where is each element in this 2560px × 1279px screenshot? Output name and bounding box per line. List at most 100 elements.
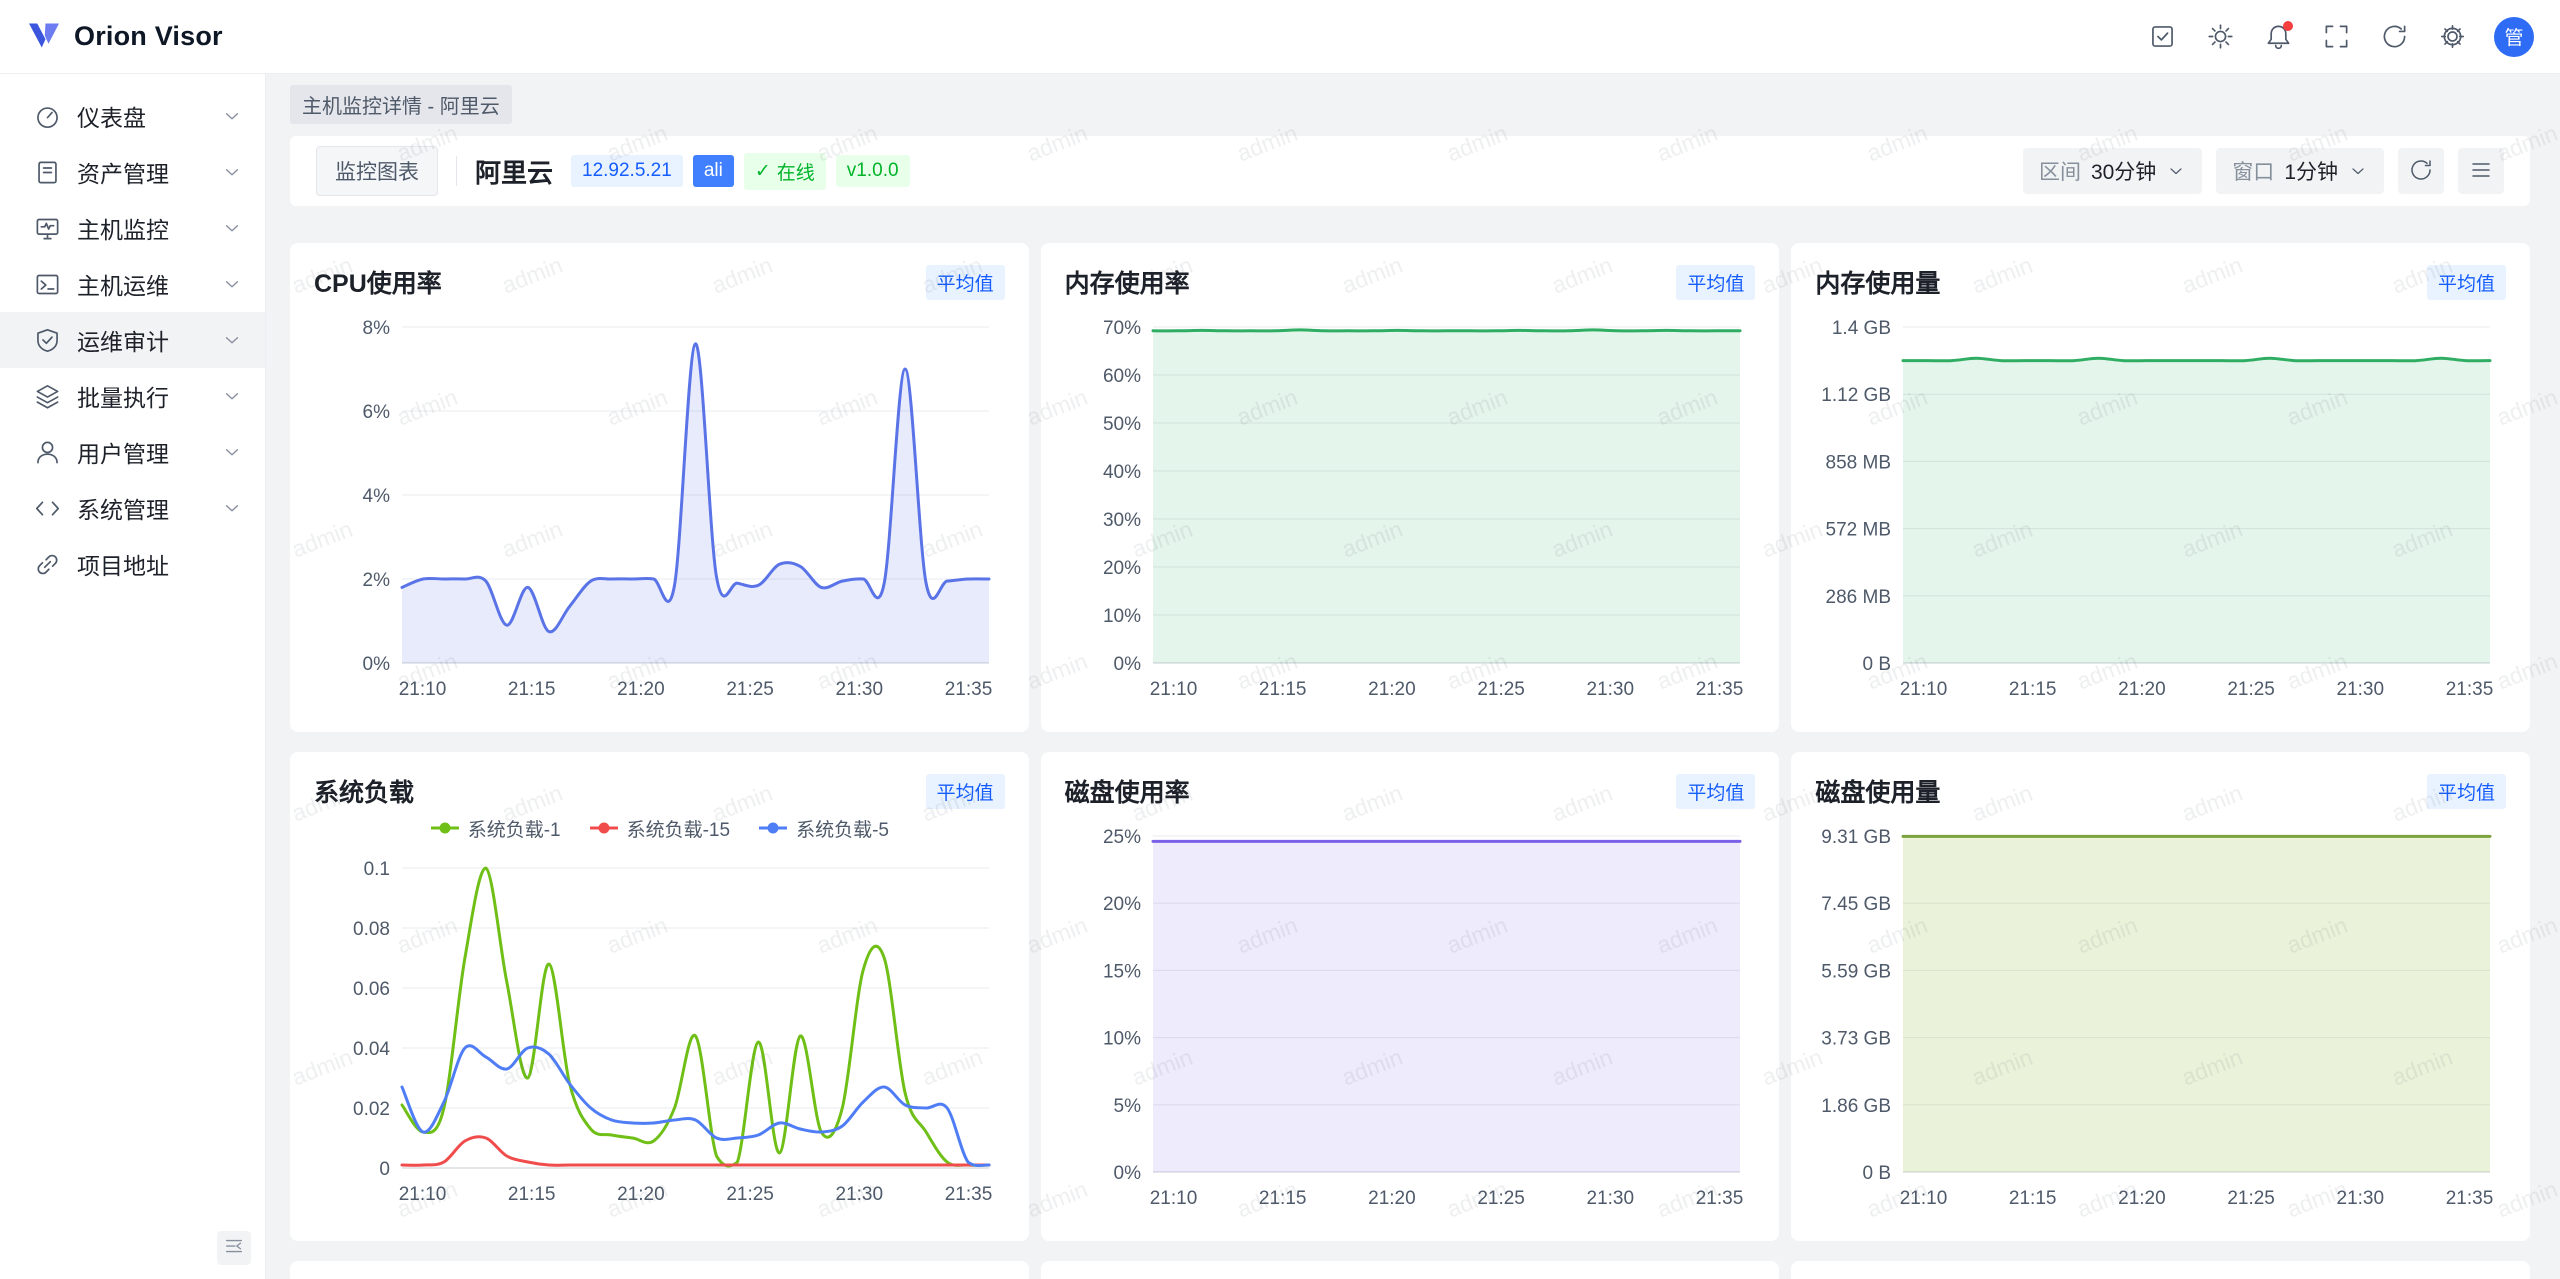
sidebar-item-label: 运维审计 bbox=[77, 323, 205, 357]
legend-item[interactable]: 系统负载-1 bbox=[430, 815, 561, 842]
fullscreen-icon bbox=[2323, 23, 2350, 50]
sidebar: 仪表盘资产管理主机监控主机运维运维审计批量执行用户管理系统管理项目地址 bbox=[0, 74, 266, 1279]
svg-text:8%: 8% bbox=[363, 318, 391, 339]
interval-label: 区间 bbox=[2039, 156, 2081, 186]
chevron-down-icon bbox=[221, 105, 243, 127]
legend-marker-icon bbox=[758, 822, 788, 834]
settings-gear-icon-button[interactable] bbox=[2430, 15, 2474, 59]
host-ops-icon bbox=[34, 271, 61, 298]
sidebar-item-主机监控[interactable]: 主机监控 bbox=[0, 200, 265, 256]
theme-light-icon bbox=[2207, 23, 2234, 50]
chart-card-磁盘使用率: 磁盘使用率平均值0%5%10%15%20%25%21:1021:1521:202… bbox=[1041, 752, 1780, 1241]
svg-text:21:30: 21:30 bbox=[1586, 1188, 1634, 1209]
svg-text:15%: 15% bbox=[1103, 961, 1141, 982]
list-menu-icon bbox=[2469, 158, 2493, 185]
svg-text:0.02: 0.02 bbox=[353, 1099, 390, 1120]
refresh-icon-button[interactable] bbox=[2372, 15, 2416, 59]
task-check-icon-button[interactable] bbox=[2140, 15, 2184, 59]
sidebar-item-项目地址[interactable]: 项目地址 bbox=[0, 536, 265, 592]
charts-grid: CPU使用率平均值0%2%4%6%8%21:1021:1521:2021:252… bbox=[290, 243, 2530, 1279]
notification-bell-icon-button[interactable] bbox=[2256, 15, 2300, 59]
chart-title: 系统负载 bbox=[314, 773, 414, 809]
user-avatar[interactable]: 管 bbox=[2494, 17, 2534, 57]
sidebar-item-资产管理[interactable]: 资产管理 bbox=[0, 144, 265, 200]
sidebar-item-label: 项目地址 bbox=[77, 547, 243, 581]
host-toolbar: 监控图表 阿里云 12.92.5.21ali✓在线v1.0.0 区间 30分钟 … bbox=[290, 136, 2530, 206]
audit-shield-icon bbox=[34, 327, 61, 354]
main-content: 主机监控详情 - 阿里云 监控图表 阿里云 12.92.5.21ali✓在线v1… bbox=[266, 74, 2560, 1279]
svg-text:21:15: 21:15 bbox=[2009, 1188, 2057, 1209]
svg-text:0.06: 0.06 bbox=[353, 979, 390, 1000]
sidebar-collapse-button[interactable] bbox=[217, 1231, 251, 1265]
window-select[interactable]: 窗口 1分钟 bbox=[2216, 148, 2384, 194]
svg-text:9.31 GB: 9.31 GB bbox=[1822, 827, 1892, 848]
monitor-chart-button[interactable]: 监控图表 bbox=[316, 146, 438, 196]
sidebar-item-运维审计[interactable]: 运维审计 bbox=[0, 312, 265, 368]
chevron-down-icon bbox=[221, 273, 243, 295]
interval-value: 30分钟 bbox=[2091, 156, 2156, 186]
svg-text:21:10: 21:10 bbox=[1149, 1188, 1197, 1209]
assets-icon bbox=[34, 159, 61, 186]
svg-text:6%: 6% bbox=[363, 402, 391, 423]
host-ops-icon bbox=[34, 271, 61, 298]
svg-text:21:25: 21:25 bbox=[726, 679, 774, 700]
svg-text:2%: 2% bbox=[363, 570, 391, 591]
svg-text:21:25: 21:25 bbox=[726, 1184, 774, 1205]
sidebar-item-批量执行[interactable]: 批量执行 bbox=[0, 368, 265, 424]
chart-list-button[interactable] bbox=[2458, 148, 2504, 194]
chart-card-系统负载: 系统负载平均值系统负载-1系统负载-15系统负载-500.020.040.060… bbox=[290, 752, 1029, 1241]
legend-marker-icon bbox=[589, 822, 619, 834]
chart-title: 磁盘使用率 bbox=[1065, 773, 1190, 809]
sidebar-item-label: 主机运维 bbox=[77, 267, 205, 301]
svg-text:7.45 GB: 7.45 GB bbox=[1822, 894, 1892, 915]
refresh-charts-button[interactable] bbox=[2398, 148, 2444, 194]
dashboard-icon bbox=[34, 103, 61, 130]
breadcrumb: 主机监控详情 - 阿里云 bbox=[290, 84, 2530, 124]
chevron-down-icon bbox=[2166, 161, 2186, 181]
chevron-down-icon bbox=[221, 273, 243, 295]
sidebar-item-用户管理[interactable]: 用户管理 bbox=[0, 424, 265, 480]
svg-text:21:15: 21:15 bbox=[1259, 679, 1307, 700]
fullscreen-icon-button[interactable] bbox=[2314, 15, 2358, 59]
chart-legend: 系统负载-1 系统负载-15 系统负载-5 bbox=[314, 812, 1005, 844]
svg-text:858 MB: 858 MB bbox=[1826, 452, 1891, 473]
sidebar-item-label: 资产管理 bbox=[77, 155, 205, 189]
chart-plot: 0%2%4%6%8%21:1021:1521:2021:2521:3021:35 bbox=[314, 309, 1005, 707]
refresh-icon bbox=[2409, 158, 2433, 182]
svg-text:20%: 20% bbox=[1103, 894, 1141, 915]
average-badge: 平均值 bbox=[2427, 265, 2506, 300]
chevron-down-icon bbox=[221, 497, 243, 519]
theme-light-icon-button[interactable] bbox=[2198, 15, 2242, 59]
svg-text:21:30: 21:30 bbox=[836, 1184, 884, 1205]
sidebar-item-label: 批量执行 bbox=[77, 379, 205, 413]
refresh-icon bbox=[2409, 158, 2433, 185]
svg-text:0: 0 bbox=[379, 1159, 390, 1180]
system-code-icon bbox=[34, 495, 61, 522]
sidebar-item-系统管理[interactable]: 系统管理 bbox=[0, 480, 265, 536]
host-tag: ali bbox=[693, 155, 734, 187]
chevron-down-icon bbox=[221, 497, 243, 519]
svg-text:1.86 GB: 1.86 GB bbox=[1822, 1096, 1892, 1117]
logo-icon bbox=[26, 19, 62, 55]
breadcrumb-item[interactable]: 主机监控详情 - 阿里云 bbox=[290, 85, 512, 124]
svg-text:21:10: 21:10 bbox=[399, 1184, 447, 1205]
chevron-down-icon bbox=[2166, 161, 2186, 181]
svg-text:21:35: 21:35 bbox=[945, 1184, 993, 1205]
svg-text:70%: 70% bbox=[1103, 318, 1141, 339]
chevron-down-icon bbox=[221, 441, 243, 463]
svg-text:286 MB: 286 MB bbox=[1826, 587, 1891, 608]
svg-text:21:10: 21:10 bbox=[1900, 679, 1948, 700]
chevron-down-icon bbox=[2348, 161, 2368, 181]
svg-text:60%: 60% bbox=[1103, 366, 1141, 387]
interval-select[interactable]: 区间 30分钟 bbox=[2023, 148, 2202, 194]
svg-text:21:30: 21:30 bbox=[2337, 1188, 2385, 1209]
legend-item[interactable]: 系统负载-15 bbox=[589, 815, 730, 842]
svg-text:25%: 25% bbox=[1103, 827, 1141, 848]
sidebar-item-主机运维[interactable]: 主机运维 bbox=[0, 256, 265, 312]
svg-text:21:25: 21:25 bbox=[1477, 1188, 1525, 1209]
sidebar-item-仪表盘[interactable]: 仪表盘 bbox=[0, 88, 265, 144]
legend-item[interactable]: 系统负载-5 bbox=[758, 815, 889, 842]
svg-text:21:20: 21:20 bbox=[2118, 1188, 2166, 1209]
svg-text:0%: 0% bbox=[363, 654, 391, 675]
svg-text:21:25: 21:25 bbox=[2228, 1188, 2276, 1209]
